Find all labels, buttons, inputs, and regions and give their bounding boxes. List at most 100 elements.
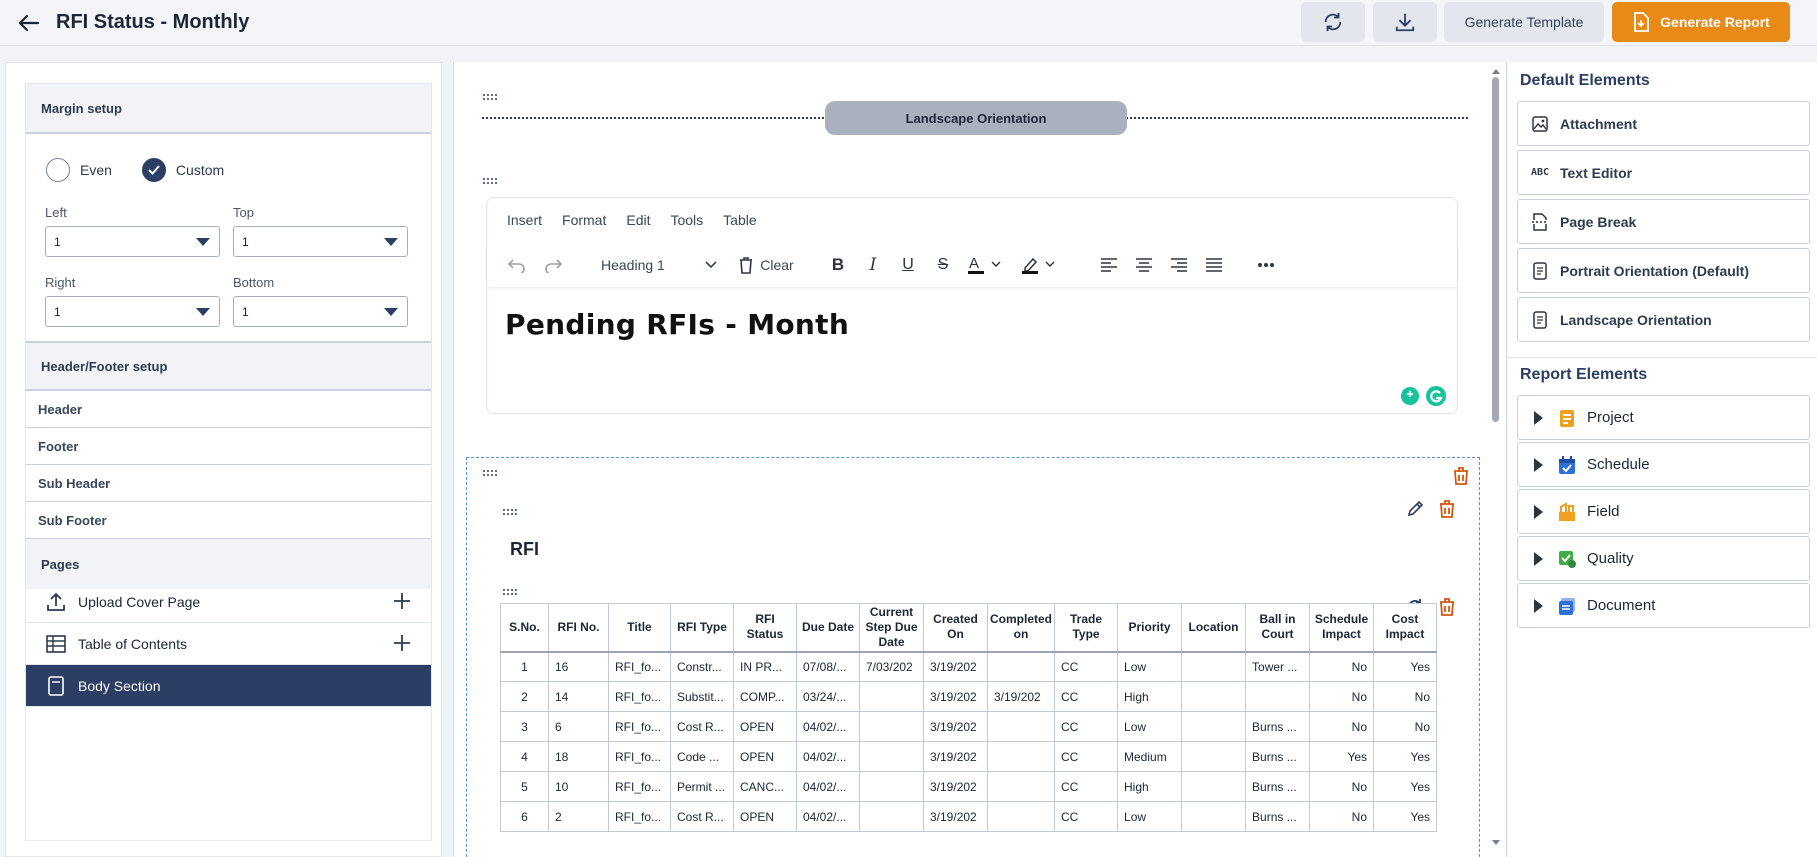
- table-cell: 07/08/...: [796, 651, 860, 682]
- page-item-table-of-contents[interactable]: Table of Contents: [26, 623, 431, 665]
- table-row[interactable]: 5 10 RFI_fo... Permit ... CANC... 04/02/... 3/…: [500, 771, 1438, 802]
- table-cell: CC: [1054, 651, 1119, 682]
- drag-handle-icon[interactable]: [482, 177, 500, 185]
- scrollbar-thumb[interactable]: [1492, 77, 1499, 422]
- align-center-icon[interactable]: [1132, 251, 1156, 279]
- add-toc-plus-icon[interactable]: [391, 632, 413, 654]
- left-margin-label: Left: [45, 205, 67, 220]
- menu-edit[interactable]: Edit: [626, 212, 650, 228]
- table-cell: 3/19/202: [923, 681, 988, 712]
- element-page-break[interactable]: Page Break: [1517, 199, 1810, 244]
- edit-pencil-icon[interactable]: [1404, 498, 1426, 520]
- table-icon: [44, 632, 68, 656]
- expand-triangle-icon[interactable]: [1534, 410, 1543, 425]
- table-cell: No: [1309, 801, 1375, 832]
- editor-heading-content[interactable]: Pending RFIs - Month: [505, 308, 849, 341]
- table-row[interactable]: 6 2 RFI_fo... Cost R... OPEN 04/02/... 3/19/20…: [500, 801, 1438, 832]
- element-attachment[interactable]: Attachment: [1517, 101, 1810, 146]
- expand-triangle-icon[interactable]: [1534, 598, 1543, 613]
- delete-table-icon[interactable]: [1436, 596, 1458, 618]
- highlight-color-icon[interactable]: [1018, 251, 1062, 279]
- element-label: Field: [1587, 503, 1620, 520]
- underline-icon[interactable]: U: [896, 251, 920, 279]
- expand-triangle-icon[interactable]: [1534, 551, 1543, 566]
- document-icon: [1530, 310, 1550, 330]
- report-element-schedule[interactable]: Schedule: [1517, 442, 1810, 487]
- strikethrough-icon[interactable]: S: [931, 251, 955, 279]
- sub-header-item[interactable]: Sub Header: [26, 465, 431, 502]
- table-cell: 3/19/202: [923, 801, 988, 832]
- right-margin-select[interactable]: 1: [45, 296, 220, 327]
- table-cell: [1245, 681, 1311, 712]
- footer-item[interactable]: Footer: [26, 428, 431, 465]
- page-item-upload-cover[interactable]: Upload Cover Page: [26, 581, 431, 623]
- report-element-project[interactable]: Project: [1517, 395, 1810, 440]
- menu-format[interactable]: Format: [562, 212, 606, 228]
- refresh-button[interactable]: [1301, 2, 1365, 42]
- bulb-icon[interactable]: [1399, 385, 1421, 407]
- delete-title-icon[interactable]: [1436, 498, 1458, 520]
- menu-insert[interactable]: Insert: [507, 212, 542, 228]
- drag-handle-icon[interactable]: [482, 469, 500, 477]
- generate-report-button[interactable]: Generate Report: [1612, 2, 1790, 42]
- redo-icon[interactable]: [541, 251, 565, 279]
- align-right-icon[interactable]: [1167, 251, 1191, 279]
- table-row[interactable]: 4 18 RFI_fo... Code ... OPEN 04/02/... 3/19/20…: [500, 741, 1438, 772]
- report-element-quality[interactable]: Quality: [1517, 536, 1810, 581]
- table-row[interactable]: 1 16 RFI_fo... Constr... IN PR... 07/08/... 7/…: [500, 651, 1438, 682]
- drag-handle-icon[interactable]: [502, 588, 520, 596]
- table-row[interactable]: 3 6 RFI_fo... Cost R... OPEN 04/02/... 3/19/20…: [500, 711, 1438, 742]
- delete-section-icon[interactable]: [1450, 465, 1472, 487]
- table-row[interactable]: 2 14 RFI_fo... Substit... COMP... 03/24/... 3/…: [500, 681, 1438, 712]
- element-portrait-orientation[interactable]: Portrait Orientation (Default): [1517, 248, 1810, 293]
- report-element-field[interactable]: Field: [1517, 489, 1810, 534]
- table-cell: RFI_fo...: [608, 771, 671, 802]
- left-margin-select[interactable]: 1: [45, 226, 220, 257]
- document-stack-icon: [1557, 596, 1577, 616]
- clear-formatting-button[interactable]: Clear: [731, 251, 801, 279]
- top-bar: RFI Status - Monthly Generate Template G…: [0, 0, 1817, 46]
- drag-handle-icon[interactable]: [482, 93, 500, 101]
- table-cell: RFI_fo...: [608, 801, 671, 832]
- bold-icon[interactable]: B: [826, 251, 850, 279]
- element-text-editor[interactable]: ABC Text Editor: [1517, 150, 1810, 195]
- menu-tools[interactable]: Tools: [670, 212, 703, 228]
- report-element-document[interactable]: Document: [1517, 583, 1810, 628]
- undo-icon[interactable]: [505, 251, 529, 279]
- sub-footer-item[interactable]: Sub Footer: [26, 502, 431, 539]
- table-cell: RFI_fo...: [608, 681, 671, 712]
- grammarly-icon[interactable]: [1425, 385, 1447, 407]
- page-item-body-section[interactable]: Body Section: [26, 665, 431, 707]
- scroll-down-icon[interactable]: [1492, 838, 1500, 846]
- table-cell: 10: [548, 771, 609, 802]
- align-left-icon[interactable]: [1097, 251, 1121, 279]
- table-cell: 03/24/...: [796, 681, 860, 712]
- custom-radio[interactable]: [141, 158, 166, 182]
- table-cell: Burns ...: [1245, 711, 1311, 742]
- header-item[interactable]: Header: [26, 391, 431, 428]
- table-cell: 04/02/...: [796, 741, 860, 772]
- back-arrow-icon[interactable]: [16, 10, 42, 36]
- expand-triangle-icon[interactable]: [1534, 504, 1543, 519]
- menu-table[interactable]: Table: [723, 212, 756, 228]
- top-margin-select[interactable]: 1: [233, 226, 408, 257]
- block-format-select[interactable]: Heading 1: [595, 251, 723, 279]
- more-options-icon[interactable]: [1252, 251, 1280, 279]
- caret-down-icon: [384, 238, 398, 246]
- expand-triangle-icon[interactable]: [1534, 457, 1543, 472]
- column-header: Completed on: [986, 603, 1056, 652]
- italic-icon[interactable]: I: [861, 251, 885, 279]
- drag-handle-icon[interactable]: [502, 508, 520, 516]
- bottom-margin-select[interactable]: 1: [233, 296, 408, 327]
- scroll-up-icon[interactable]: [1492, 68, 1500, 76]
- generate-template-button[interactable]: Generate Template: [1444, 2, 1604, 42]
- table-cell: IN PR...: [733, 651, 797, 682]
- text-color-icon[interactable]: A: [964, 251, 1008, 279]
- download-button[interactable]: [1373, 2, 1437, 42]
- table-cell: No: [1373, 711, 1438, 742]
- even-radio[interactable]: [46, 158, 70, 182]
- table-cell: [986, 741, 1056, 772]
- add-cover-page-plus-icon[interactable]: [391, 590, 413, 612]
- justify-icon[interactable]: [1202, 251, 1226, 279]
- element-landscape-orientation[interactable]: Landscape Orientation: [1517, 297, 1810, 342]
